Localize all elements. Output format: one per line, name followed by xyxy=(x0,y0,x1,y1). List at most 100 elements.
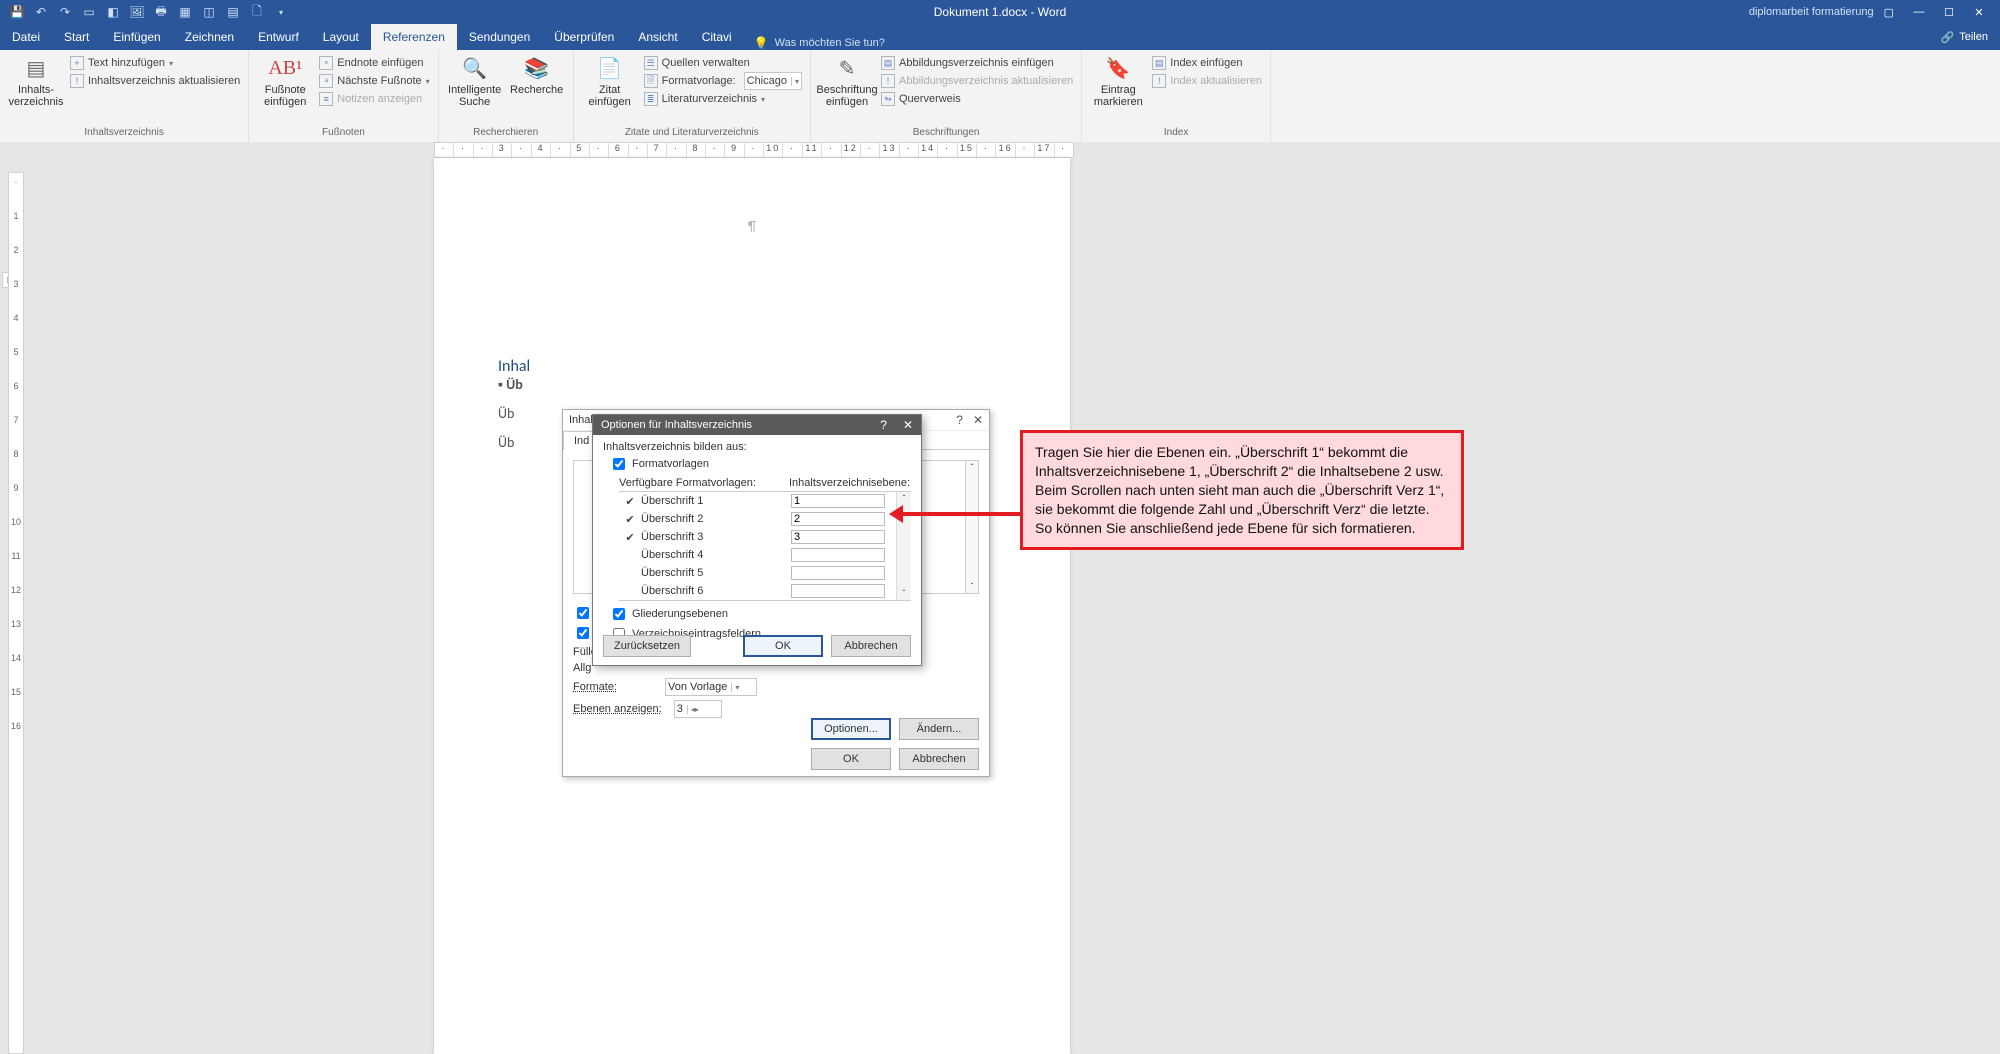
toc-options-button[interactable]: Optionen... xyxy=(811,718,891,740)
style-row: ✔Überschrift 2 xyxy=(619,510,911,528)
tab-sendungen[interactable]: Sendungen xyxy=(457,24,542,50)
tab-datei[interactable]: Datei xyxy=(0,24,52,50)
qat-more-icon[interactable]: ▾ xyxy=(274,5,288,19)
toc-dialog-close-icon[interactable]: ✕ xyxy=(973,413,983,427)
qat-icon-9[interactable]: ◫ xyxy=(202,5,216,19)
update-toc-button[interactable]: !Inhaltsverzeichnis aktualisieren xyxy=(70,72,240,90)
toc-cancel-button[interactable]: Abbrechen xyxy=(899,748,979,770)
horizontal-ruler[interactable]: ···3·4·5·6·7·8·9·10·11·12·13·14·15·16·17… xyxy=(434,142,1074,158)
mark-entry-button[interactable]: 🔖Eintrag markieren xyxy=(1090,54,1146,108)
new-doc-icon[interactable]: 🗋 xyxy=(250,5,264,19)
style-row-level-input[interactable] xyxy=(791,530,885,544)
style-value[interactable]: Chicago▾ xyxy=(744,72,802,90)
style-row-level-input[interactable] xyxy=(791,584,885,598)
titlebar: 💾 ↶ ↷ ▭ ◧ 🖼 🖶 ▦ ◫ ▤ 🗋 ▾ Dokument 1.docx … xyxy=(0,0,2000,24)
tell-me[interactable]: 💡 Was möchten Sie tun? xyxy=(754,36,885,50)
toc-chk-2[interactable] xyxy=(577,627,589,639)
group-research-label: Recherchieren xyxy=(447,126,565,142)
manage-sources-icon: ☰ xyxy=(644,56,658,70)
tab-ueberpruefen[interactable]: Überprüfen xyxy=(542,24,626,50)
style-row: Überschrift 5 xyxy=(619,564,911,582)
group-footnotes: AB¹ Fußnote einfügen ⁿEndnote einfügen ᵃ… xyxy=(249,50,438,142)
next-footnote-button[interactable]: ᵃNächste Fußnote ▾ xyxy=(319,72,429,90)
style-row-name: Überschrift 6 xyxy=(641,585,791,597)
build-from-label: Inhaltsverzeichnis bilden aus: xyxy=(603,441,911,453)
style-row-level-input[interactable] xyxy=(791,566,885,580)
tab-ansicht[interactable]: Ansicht xyxy=(626,24,689,50)
chk-outline[interactable] xyxy=(613,608,625,620)
insert-footnote-button[interactable]: AB¹ Fußnote einfügen xyxy=(257,54,313,108)
qat-icon-5[interactable]: ◧ xyxy=(106,5,120,19)
update-tof-button[interactable]: !Abbildungsverzeichnis aktualisieren xyxy=(881,72,1073,90)
tab-referenzen[interactable]: Referenzen xyxy=(371,24,457,50)
bibliography-icon: ≣ xyxy=(644,92,658,106)
reset-button[interactable]: Zurücksetzen xyxy=(603,635,691,657)
next-footnote-icon: ᵃ xyxy=(319,74,333,88)
group-index-label: Index xyxy=(1090,126,1262,142)
close-button[interactable]: ✕ xyxy=(1964,0,1994,24)
qat-icon-8[interactable]: ▦ xyxy=(178,5,192,19)
add-text-button[interactable]: +Text hinzufügen ▾ xyxy=(70,54,240,72)
options-close-icon[interactable]: ✕ xyxy=(903,418,913,432)
qat-icon-4[interactable]: ▭ xyxy=(82,5,96,19)
insert-caption-button[interactable]: ✎Beschriftung einfügen xyxy=(819,54,875,108)
toc-icon: ▤ xyxy=(22,54,50,82)
manage-sources-button[interactable]: ☰Quellen verwalten xyxy=(644,54,802,72)
levels-spinner[interactable]: 3◂▸ xyxy=(674,700,722,718)
insert-tof-button[interactable]: ▤Abbildungsverzeichnis einfügen xyxy=(881,54,1073,72)
redo-icon[interactable]: ↷ xyxy=(58,5,72,19)
tab-start[interactable]: Start xyxy=(52,24,101,50)
save-icon[interactable]: 💾 xyxy=(10,5,24,19)
insert-endnote-button[interactable]: ⁿEndnote einfügen xyxy=(319,54,429,72)
lightbulb-icon: 💡 xyxy=(754,36,769,50)
style-row-level-input[interactable] xyxy=(791,548,885,562)
insert-citation-button[interactable]: 📄Zitat einfügen xyxy=(582,54,638,108)
toc-preview-scrollbar[interactable]: ˆˇ xyxy=(965,460,979,594)
insert-index-button[interactable]: ▤Index einfügen xyxy=(1152,54,1262,72)
toc-change-button[interactable]: Ändern... xyxy=(899,718,979,740)
toc-options-header[interactable]: Optionen für Inhaltsverzeichnis ?✕ xyxy=(593,415,921,435)
tab-layout[interactable]: Layout xyxy=(311,24,371,50)
style-combo[interactable]: 🗎Formatvorlage:Chicago▾ xyxy=(644,72,802,90)
tab-entwurf[interactable]: Entwurf xyxy=(246,24,311,50)
update-index-button[interactable]: !Index aktualisieren xyxy=(1152,72,1262,90)
research-button[interactable]: 📚Recherche xyxy=(509,54,565,96)
update-toc-icon: ! xyxy=(70,74,84,88)
style-row-level-input[interactable] xyxy=(791,512,885,526)
format-combo[interactable]: Von Vorlage▾ xyxy=(665,678,757,696)
endnote-icon: ⁿ xyxy=(319,56,333,70)
toc-dialog-help-icon[interactable]: ? xyxy=(956,413,963,427)
qat-icon-10[interactable]: ▤ xyxy=(226,5,240,19)
style-row-level-input[interactable] xyxy=(791,494,885,508)
chk-styles[interactable] xyxy=(613,458,625,470)
maximize-button[interactable]: ☐ xyxy=(1934,0,1964,24)
tab-zeichnen[interactable]: Zeichnen xyxy=(173,24,246,50)
update-tof-icon: ! xyxy=(881,74,895,88)
show-notes-button[interactable]: ≡Notizen anzeigen xyxy=(319,90,429,108)
toc-button[interactable]: ▤ Inhalts- verzeichnis xyxy=(8,54,64,108)
bibliography-button[interactable]: ≣Literaturverzeichnis ▾ xyxy=(644,90,802,108)
smart-lookup-icon: 🔍 xyxy=(461,54,489,82)
minimize-button[interactable]: — xyxy=(1904,0,1934,24)
pilcrow-icon: ¶ xyxy=(748,218,756,235)
tab-citavi[interactable]: Citavi xyxy=(690,24,744,50)
undo-icon[interactable]: ↶ xyxy=(34,5,48,19)
options-ok-button[interactable]: OK xyxy=(743,635,823,657)
group-citations-label: Zitate und Literaturverzeichnis xyxy=(582,126,802,142)
tab-einfuegen[interactable]: Einfügen xyxy=(101,24,172,50)
print-icon[interactable]: 🖶 xyxy=(154,5,168,19)
share-label: Teilen xyxy=(1959,31,1988,43)
smart-lookup-button[interactable]: 🔍Intelligente Suche xyxy=(447,54,503,108)
crossref-button[interactable]: ↬Querverweis xyxy=(881,90,1073,108)
toc-ok-button[interactable]: OK xyxy=(811,748,891,770)
options-cancel-button[interactable]: Abbrechen xyxy=(831,635,911,657)
options-help-icon[interactable]: ? xyxy=(880,418,887,432)
share-button[interactable]: 🔗 Teilen xyxy=(1941,24,1988,50)
ribbon-options-icon[interactable]: ▢ xyxy=(1884,6,1894,19)
qat-icon-6[interactable]: 🖼 xyxy=(130,5,144,19)
toc-options-dialog: Optionen für Inhaltsverzeichnis ?✕ Inhal… xyxy=(592,414,922,666)
toc-chk-1[interactable] xyxy=(577,607,589,619)
vertical-ruler[interactable]: ·12345678910111213141516 xyxy=(8,172,24,1054)
account-label[interactable]: diplomarbeit formatierung xyxy=(1749,6,1874,18)
style-row: ✔Überschrift 3 xyxy=(619,528,911,546)
